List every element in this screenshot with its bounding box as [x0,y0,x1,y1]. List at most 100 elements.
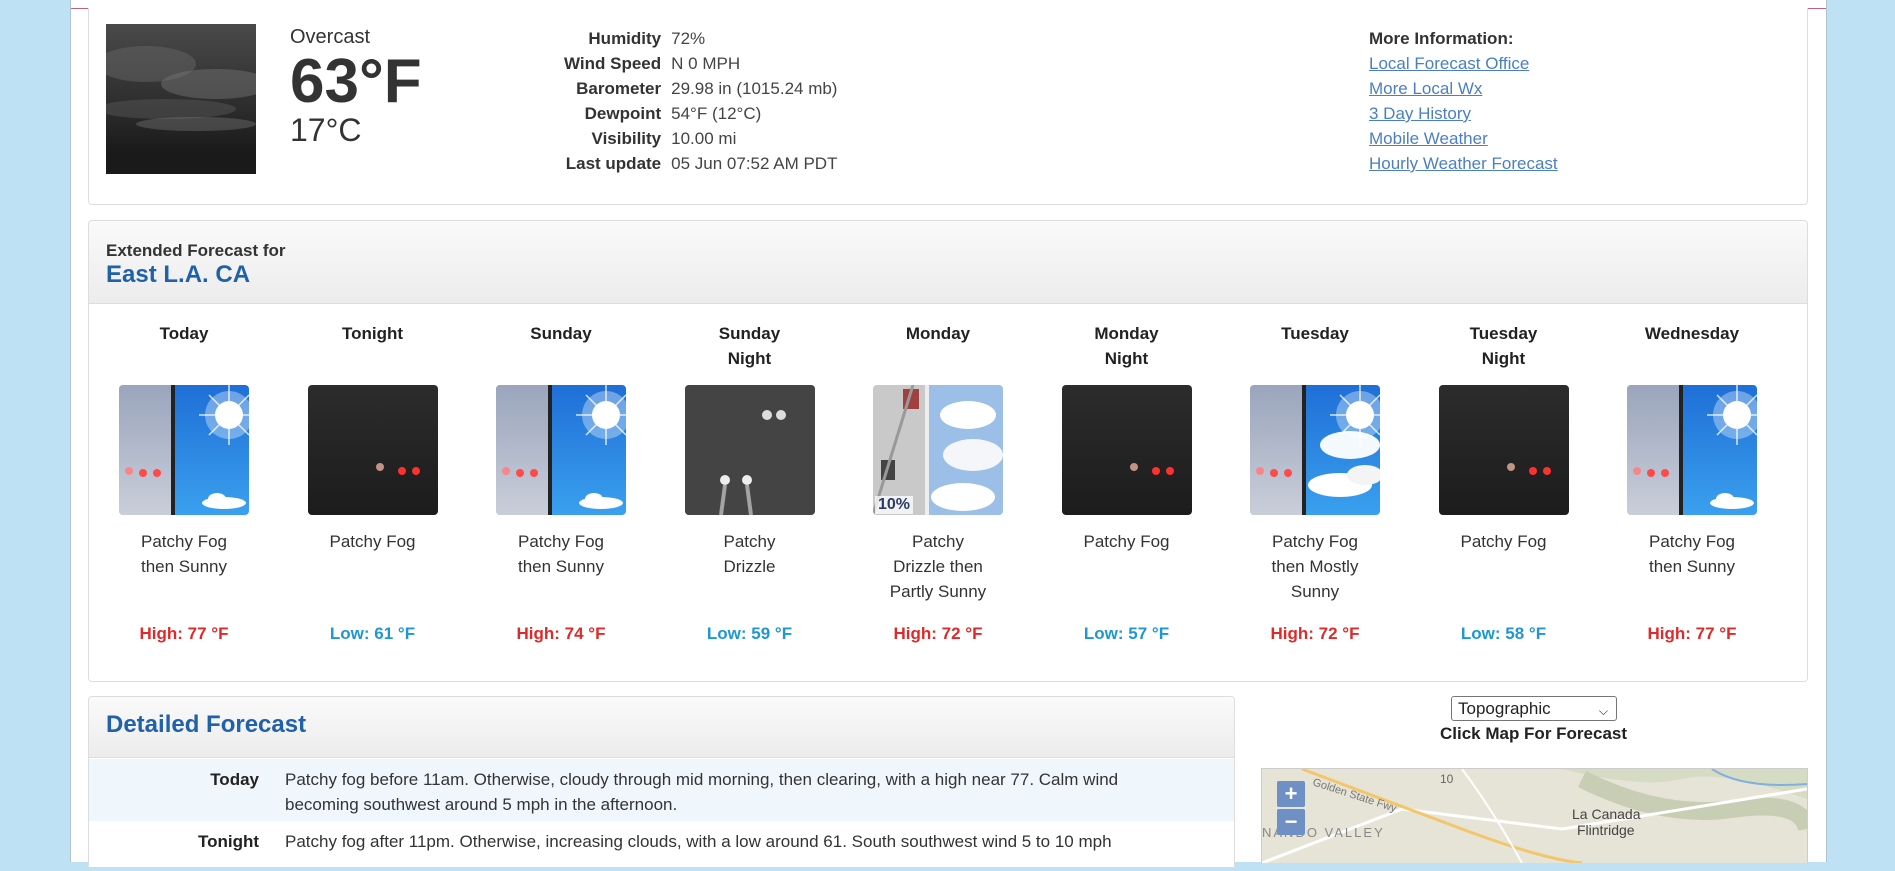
current-detail-value: 29.98 in (1015.24 mb) [671,79,838,98]
period-name-line: Monday [905,324,971,343]
drizzle-night-icon [684,385,815,515]
detailed-row-label: Tonight [197,832,259,851]
period-name-line: Sunday [718,324,781,343]
link-hourly-weather-forecast[interactable]: Hourly Weather Forecast [1369,151,1558,176]
short-forecast-line: Drizzle then [893,557,983,576]
period-name: Sunday [468,321,654,373]
high-temp: High: 77 °F [139,624,229,643]
period-name-line: Night [1481,349,1526,368]
link-mobile-weather[interactable]: Mobile Weather [1369,126,1558,151]
fog-then-sunny-icon [496,385,626,515]
short-forecast-line: Patchy Fog [1649,532,1735,551]
map-type-select[interactable]: Topographic ⌵ [1451,696,1617,721]
period-short-forecast: Patchy Fog then Sunny [91,529,277,624]
period-name-line: Night [727,349,772,368]
current-detail-label: Wind Speed [564,54,662,73]
low-temp: Low: 57 °F [1083,624,1170,643]
chevron-down-icon: ⌵ [1598,704,1608,718]
extended-forecast-header: Extended Forecast for East L.A. CA [89,221,1807,304]
link-3-day-history[interactable]: 3 Day History [1369,101,1558,126]
period-short-forecast: Patchy Fog then Mostly Sunny [1222,529,1408,624]
current-temp-f: 63°F [290,47,422,116]
period-name: Today [91,321,277,373]
period-short-forecast: Patchy Fog [1411,529,1597,624]
current-detail-value: 05 Jun 07:52 AM PDT [671,154,838,173]
current-detail-value: N 0 MPH [671,54,741,73]
current-detail-label: Dewpoint [584,104,662,123]
short-forecast-line: Patchy Fog [1272,532,1358,551]
detailed-row: Today Patchy fog before 11am. Otherwise,… [89,759,1234,821]
map-type-value: Topographic [1458,699,1551,718]
short-forecast-line: then Sunny [1648,557,1735,576]
period-name-line: Tonight [341,324,404,343]
detailed-forecast-panel: Detailed Forecast Today Patchy fog befor… [88,696,1235,867]
detailed-forecast-header: Detailed Forecast [89,697,1234,758]
period-name: Tonight [280,321,466,373]
short-forecast-line: Partly Sunny [889,582,987,601]
zoom-in-button[interactable]: + [1277,781,1305,807]
period-name: Monday [845,321,1031,373]
low-temp: Low: 59 °F [706,624,793,643]
current-detail-label: Last update [565,154,662,173]
current-detail-label: Humidity [588,29,662,48]
short-forecast-line: Patchy Fog [518,532,604,551]
map-label-flintridge: Flintridge [1577,822,1635,838]
short-forecast-line: Patchy Fog [1460,532,1547,551]
current-detail-row: Barometer 29.98 in (1015.24 mb) [559,76,842,101]
link-local-forecast-office[interactable]: Local Forecast Office [1369,51,1558,76]
extended-forecast-label: Extended Forecast for [106,241,286,260]
period-name-line: Sunday [530,324,592,343]
short-forecast-line: then Mostly [1271,557,1359,576]
extended-forecast-panel: Extended Forecast for East L.A. CA Today… [88,220,1808,682]
current-detail-label: Barometer [576,79,662,98]
forecast-period: Sunday Patchy Fog then Sunny High: 74 °F [468,321,654,644]
forecast-period: Today Patchy Fog then Sunny High: 77 °F [91,321,277,644]
period-short-forecast: Patchy Drizzle then Partly Sunny [845,529,1031,624]
forecast-period: Tuesday Night Patchy Fog Low: 58 °F [1411,321,1597,644]
short-forecast-line: Patchy [723,532,776,551]
high-temp: High: 72 °F [893,624,983,643]
short-forecast-line: Patchy Fog [329,532,416,551]
current-detail-value: 72% [671,29,706,48]
forecast-map[interactable]: Golden State Fwy 10 NANDO VALLEY La Cana… [1261,768,1808,863]
high-temp: High: 74 °F [516,624,606,643]
map-label-la-canada: La Canada [1572,806,1641,822]
current-temp-c: 17°C [290,112,362,148]
current-condition: Overcast [290,26,371,48]
fog-night-icon [1061,385,1192,515]
current-detail-row: Last update 05 Jun 07:52 AM PDT [559,151,842,176]
short-forecast-line: Patchy Fog [1083,532,1170,551]
detailed-forecast-title: Detailed Forecast [106,711,307,738]
drizzle-then-partly-sunny-icon: 10% [873,385,1003,515]
period-short-forecast: Patchy Fog [280,529,466,624]
fog-then-mostly-sunny-icon [1250,385,1380,515]
forecast-map-area: Topographic ⌵ Click Map For Forecast Gol… [1261,694,1808,863]
period-name-line: Monday [1094,324,1159,343]
short-forecast-line: then Sunny [140,557,227,576]
current-detail-label: Visibility [591,129,662,148]
period-name: Wednesday [1599,321,1785,373]
period-name-line: Today [159,324,209,343]
detailed-row-text: Patchy fog after 11pm. Otherwise, increa… [285,832,1112,851]
period-name-line: Tuesday [1469,324,1538,343]
link-more-local-wx[interactable]: More Local Wx [1369,76,1558,101]
fog-then-sunny-icon [1627,385,1757,515]
zoom-out-button[interactable]: − [1277,809,1305,835]
detailed-row: Tonight Patchy fog after 11pm. Otherwise… [89,821,1234,871]
more-info-title: More Information: [1369,29,1514,48]
low-temp: Low: 58 °F [1460,624,1547,643]
period-name-line: Wednesday [1644,324,1740,343]
current-detail-value: 54°F (12°C) [671,104,762,123]
overcast-sky-image [106,24,256,174]
period-name-line: Tuesday [1281,324,1349,343]
period-short-forecast: Patchy Fog [1034,529,1220,624]
period-name: Monday Night [1034,321,1220,373]
period-name: Sunday Night [657,321,843,373]
map-label-route: 10 [1440,772,1454,786]
period-name: Tuesday Night [1411,321,1597,373]
current-detail-row: Visibility 10.00 mi [559,126,842,151]
short-forecast-line: Patchy [912,532,964,551]
current-details-table: Humidity 72% Wind Speed N 0 MPH Barometer 29.… [559,26,842,176]
current-detail-row: Dewpoint 54°F (12°C) [559,101,842,126]
forecast-period: Monday 10% Patchy Drizzle then Partly Sunny H… [845,321,1031,644]
